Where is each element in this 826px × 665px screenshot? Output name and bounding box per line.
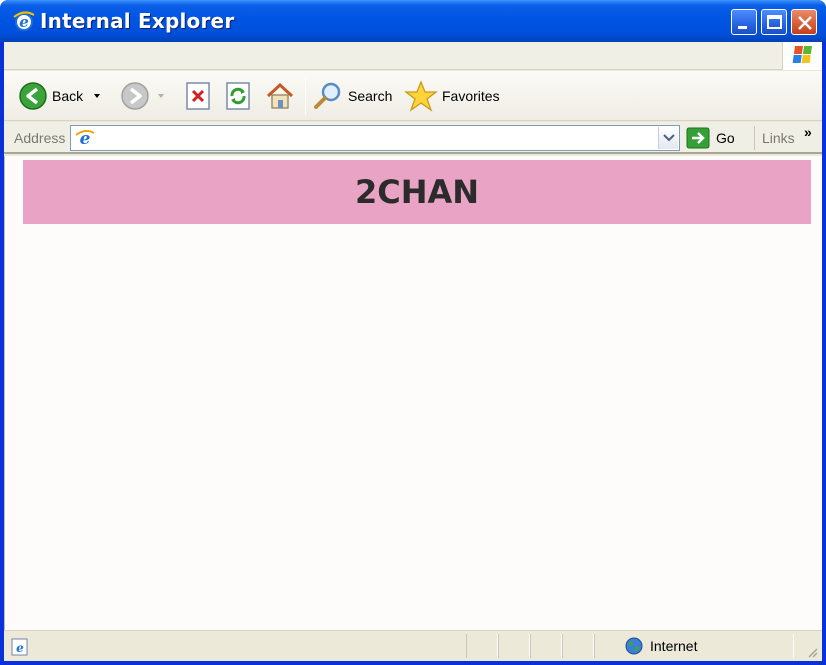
address-field[interactable]: e (70, 125, 680, 151)
back-button[interactable]: Back (18, 80, 105, 112)
status-cell (466, 634, 498, 658)
page-status-icon: e (10, 637, 30, 662)
forward-dropdown-icon (158, 94, 164, 98)
address-label: Address (14, 130, 66, 146)
title-bar[interactable]: e Internal Explorer (0, 0, 826, 42)
close-button[interactable] (791, 9, 817, 35)
go-arrow-icon (686, 127, 710, 149)
ie-logo-icon: e (12, 9, 36, 33)
status-cell (562, 634, 594, 658)
links-separator (754, 126, 755, 150)
home-icon (266, 82, 294, 109)
favorites-label: Favorites (442, 88, 500, 104)
globe-icon (625, 637, 643, 655)
favorites-button[interactable]: Favorites (404, 80, 500, 112)
status-bar: e Internet (4, 630, 822, 661)
favorites-star-icon (404, 80, 438, 112)
page-banner: 2CHAN (23, 160, 811, 224)
stop-icon (186, 82, 210, 110)
back-arrow-icon (19, 82, 47, 110)
back-label: Back (52, 88, 84, 104)
resize-grip-icon[interactable] (806, 646, 818, 658)
address-bar: Address e Go Links » (4, 122, 822, 154)
page-ie-icon: e (75, 128, 95, 153)
chevron-down-icon (663, 134, 675, 142)
minimize-icon (738, 26, 747, 29)
search-label: Search (348, 88, 393, 104)
windows-flag-icon (782, 42, 822, 70)
refresh-icon (226, 82, 250, 110)
menu-bar[interactable] (4, 42, 822, 70)
close-icon (798, 16, 812, 30)
go-label: Go (716, 130, 735, 146)
minimize-button[interactable] (731, 9, 757, 35)
address-dropdown-button[interactable] (658, 127, 678, 149)
links-label[interactable]: Links (762, 130, 795, 146)
stop-button[interactable] (184, 80, 212, 112)
internet-zone-label: Internet (650, 638, 698, 654)
banner-title: 2CHAN (354, 173, 480, 211)
maximize-icon (767, 15, 782, 29)
browser-window: e Internal Explorer Back Search Favorite… (0, 0, 826, 665)
address-input[interactable] (99, 128, 649, 148)
window-client: Back Search Favorites Address e Go Links… (4, 42, 822, 661)
search-button[interactable]: Search (312, 80, 392, 112)
home-button[interactable] (264, 80, 296, 112)
page-viewport[interactable]: 2CHAN (4, 156, 822, 630)
maximize-button[interactable] (761, 9, 787, 35)
standard-toolbar: Back Search Favorites (4, 71, 822, 121)
internet-zone[interactable]: Internet (624, 635, 697, 657)
toolbar-separator (305, 77, 306, 115)
forward-arrow-icon (121, 82, 149, 110)
svg-text:e: e (19, 13, 29, 31)
back-dropdown-icon[interactable] (89, 90, 105, 102)
status-cell (498, 634, 530, 658)
status-cell (530, 634, 562, 658)
refresh-button[interactable] (224, 80, 252, 112)
go-button[interactable]: Go (686, 126, 735, 150)
window-title: Internal Explorer (40, 9, 235, 33)
links-chevron-icon[interactable]: » (804, 124, 812, 140)
svg-text:e: e (16, 641, 24, 655)
search-icon (314, 82, 341, 109)
forward-button[interactable] (120, 80, 168, 112)
